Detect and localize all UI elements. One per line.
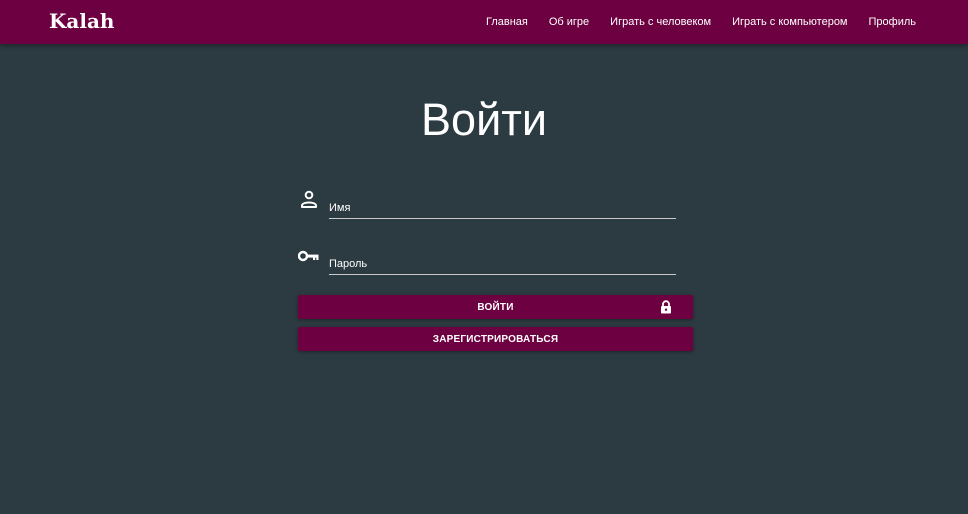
username-input[interactable] (329, 198, 676, 219)
main-nav: Главная Об игре Играть с человеком Играт… (465, 0, 916, 44)
nav-link-profile[interactable]: Профиль (869, 16, 917, 28)
register-button[interactable]: ЗАРЕГИСТРИРОВАТЬСЯ (298, 327, 693, 351)
person-icon (301, 190, 317, 208)
login-button[interactable]: ВОЙТИ (298, 295, 693, 319)
nav-link-play-human[interactable]: Играть с человеком (610, 16, 711, 28)
login-button-label: ВОЙТИ (477, 301, 514, 313)
password-input[interactable] (329, 254, 676, 275)
password-field-group (298, 240, 678, 280)
nav-link-home[interactable]: Главная (486, 16, 528, 28)
page-title: Войти (421, 94, 547, 145)
username-field-group (298, 184, 678, 224)
register-button-label: ЗАРЕГИСТРИРОВАТЬСЯ (432, 333, 559, 345)
nav-link-about[interactable]: Об игре (549, 16, 589, 28)
lock-icon (661, 300, 671, 314)
nav-link-play-computer[interactable]: Играть с компьютером (732, 16, 847, 28)
top-navbar: Kalah Главная Об игре Играть с человеком… (0, 0, 968, 44)
brand-logo[interactable]: Kalah (49, 9, 114, 33)
key-icon (298, 250, 319, 262)
